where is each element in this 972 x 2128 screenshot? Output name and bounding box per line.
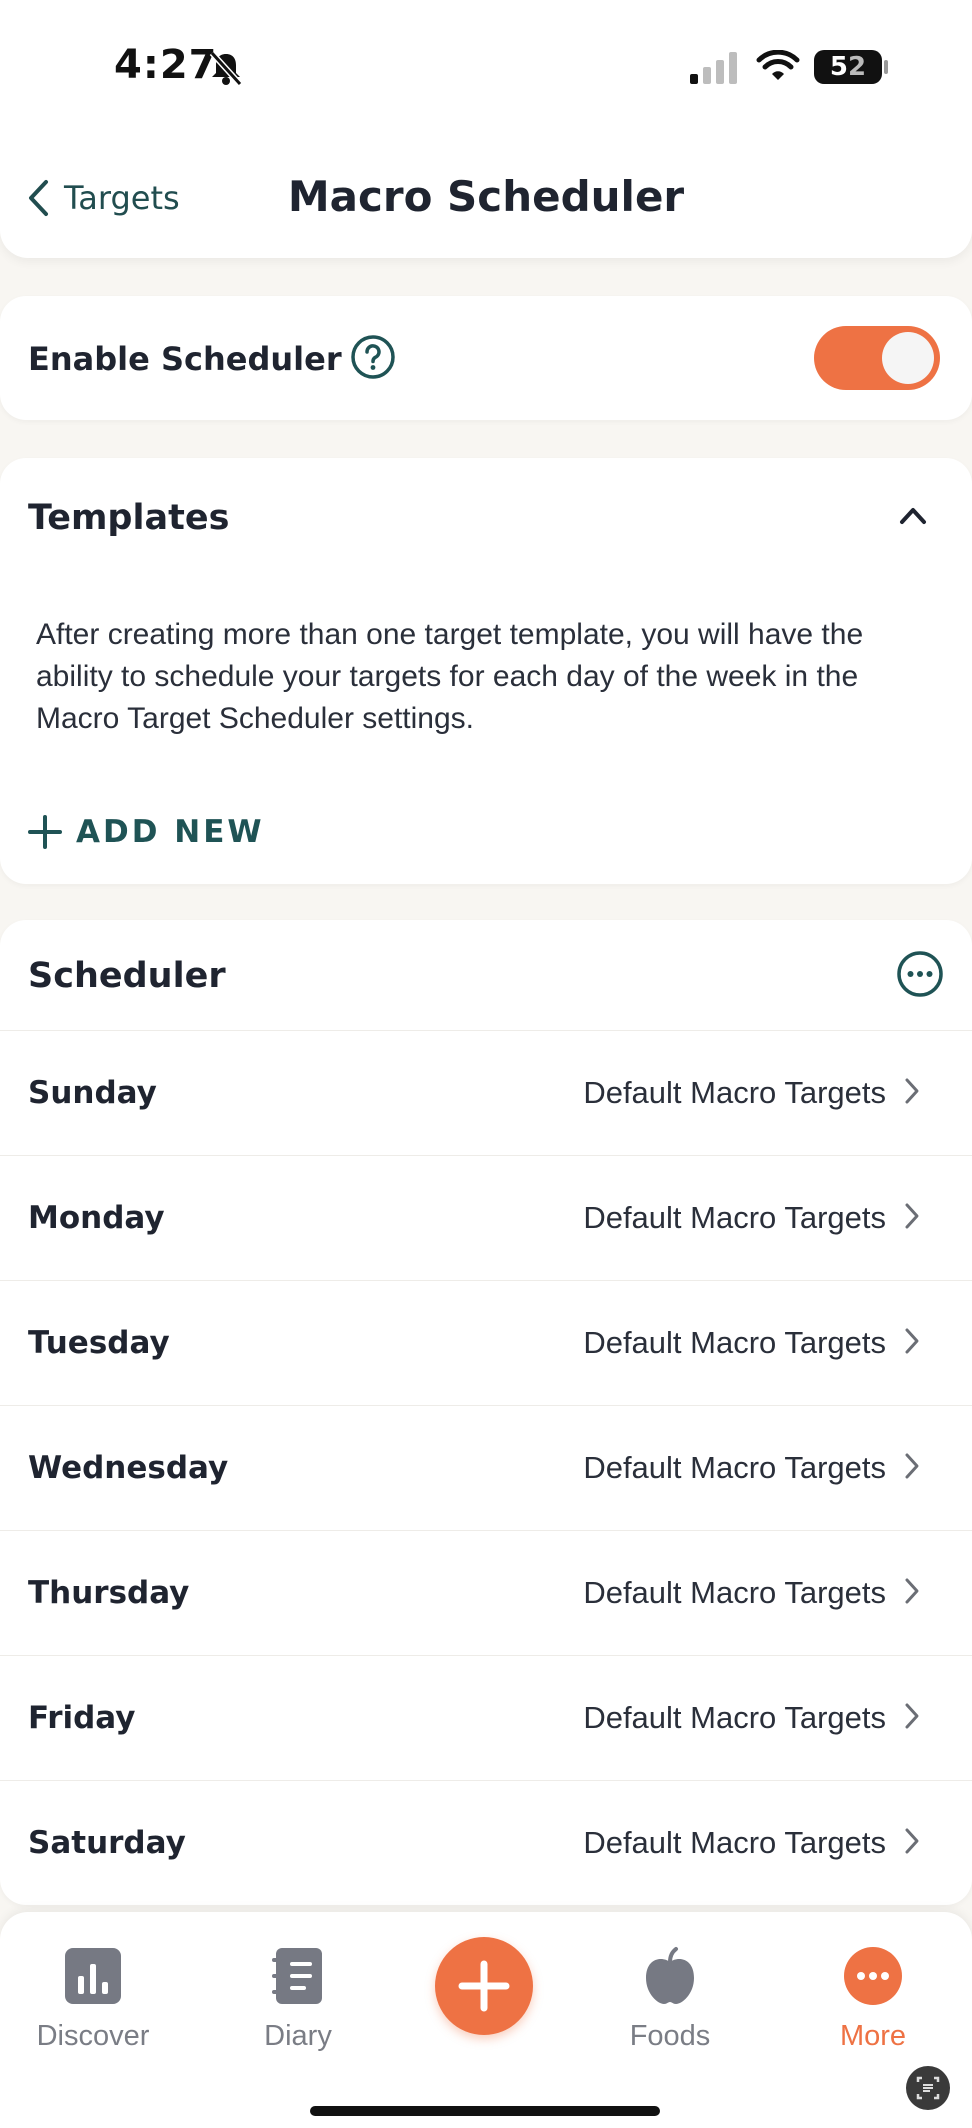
schedule-row-friday[interactable]: Friday Default Macro Targets [0,1655,972,1781]
chevron-right-icon [905,1328,919,1354]
day-label: Wednesday [28,1450,229,1486]
battery-cap [884,60,888,74]
scheduler-card: Scheduler Sunday Default Macro Targets M… [0,920,972,1905]
templates-description: After creating more than one target temp… [36,618,864,735]
chevron-right-icon [905,1203,919,1229]
plus-icon [458,1960,510,2012]
chevron-right-icon [905,1703,919,1729]
target-value: Default Macro Targets [583,1325,886,1360]
chevron-right-icon [905,1828,919,1854]
page-title: Macro Scheduler [287,172,685,221]
chevron-right-icon [905,1078,919,1104]
bottom-nav: Discover Diary Foods More [0,1912,972,2128]
bell-muted-icon [209,50,243,87]
enable-scheduler-toggle[interactable] [814,326,940,390]
apple-icon [646,1947,694,2004]
enable-scheduler-card: Enable Scheduler [0,296,972,420]
scheduler-title: Scheduler [28,956,226,996]
chart-icon [65,1948,121,2004]
tab-label: More [839,2020,907,2052]
chevron-up-icon[interactable] [898,504,928,526]
tab-label: Diary [264,2020,332,2052]
target-value: Default Macro Targets [583,1450,886,1485]
add-new-label: ADD NEW [76,814,265,850]
day-label: Tuesday [28,1325,170,1361]
battery-indicator: 52 [814,50,882,84]
tab-diary[interactable]: Diary [208,1932,388,2053]
help-icon[interactable] [350,334,396,380]
target-value: Default Macro Targets [583,1700,886,1735]
tab-discover[interactable]: Discover [3,1932,183,2053]
schedule-row-monday[interactable]: Monday Default Macro Targets [0,1155,972,1281]
toggle-knob [882,332,934,384]
tab-foods[interactable]: Foods [580,1932,760,2053]
plus-icon [28,815,62,849]
text-scan-icon[interactable] [906,2066,950,2110]
day-label: Sunday [28,1075,157,1111]
templates-title: Templates [28,498,230,538]
battery-level-main: 5 [829,52,848,82]
battery-level-rest: 2 [848,52,867,82]
header-bar: 4:27 52 Targets Macro Scheduler [0,0,972,258]
text-scan-glyph [916,2076,940,2100]
home-indicator [310,2106,660,2116]
tab-more[interactable]: More [783,1932,963,2053]
enable-scheduler-label: Enable Scheduler [28,340,342,378]
templates-card: Templates After creating more than one t… [0,458,972,884]
schedule-row-wednesday[interactable]: Wednesday Default Macro Targets [0,1405,972,1531]
wifi-icon [756,50,800,80]
day-label: Friday [28,1700,136,1736]
notebook-icon [272,1948,322,2004]
schedule-row-saturday[interactable]: Saturday Default Macro Targets [0,1780,972,1906]
day-label: Monday [28,1200,165,1236]
chevron-right-icon [905,1578,919,1604]
target-value: Default Macro Targets [583,1825,886,1860]
more-dots-icon [844,1947,902,2005]
schedule-row-tuesday[interactable]: Tuesday Default Macro Targets [0,1280,972,1406]
cellular-signal-icon [690,52,737,84]
tab-label: Foods [629,2020,711,2052]
more-options-icon[interactable] [896,950,944,998]
add-fab-button[interactable] [435,1937,533,2035]
target-value: Default Macro Targets [583,1075,886,1110]
chevron-right-icon [905,1453,919,1479]
status-time: 4:27 [114,42,218,88]
day-label: Saturday [28,1825,186,1861]
tab-label: Discover [36,2020,150,2052]
schedule-row-thursday[interactable]: Thursday Default Macro Targets [0,1530,972,1656]
target-value: Default Macro Targets [583,1200,886,1235]
schedule-row-sunday[interactable]: Sunday Default Macro Targets [0,1030,972,1156]
target-value: Default Macro Targets [583,1575,886,1610]
day-label: Thursday [28,1575,190,1611]
add-new-button[interactable]: ADD NEW [28,814,265,850]
